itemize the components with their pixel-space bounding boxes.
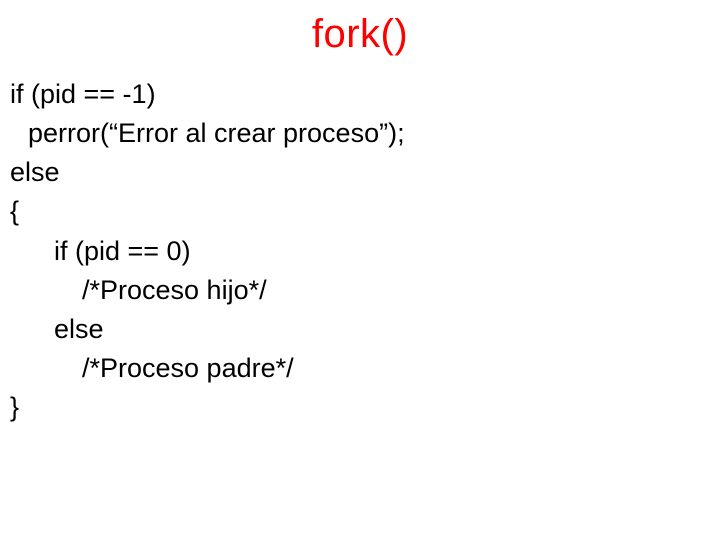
code-line-2: perror(“Error al crear proceso”); <box>10 114 710 153</box>
code-line-7: else <box>10 310 710 349</box>
code-line-3: else <box>10 153 710 192</box>
code-line-4: { <box>10 192 710 231</box>
code-block: if (pid == -1) perror(“Error al crear pr… <box>10 75 710 427</box>
code-line-5: if (pid == 0) <box>10 232 710 271</box>
code-line-1: if (pid == -1) <box>10 75 710 114</box>
slide-title: fork() <box>10 12 710 57</box>
code-line-8: /*Proceso padre*/ <box>10 349 710 388</box>
code-line-6: /*Proceso hijo*/ <box>10 271 710 310</box>
code-line-9: } <box>10 388 710 427</box>
